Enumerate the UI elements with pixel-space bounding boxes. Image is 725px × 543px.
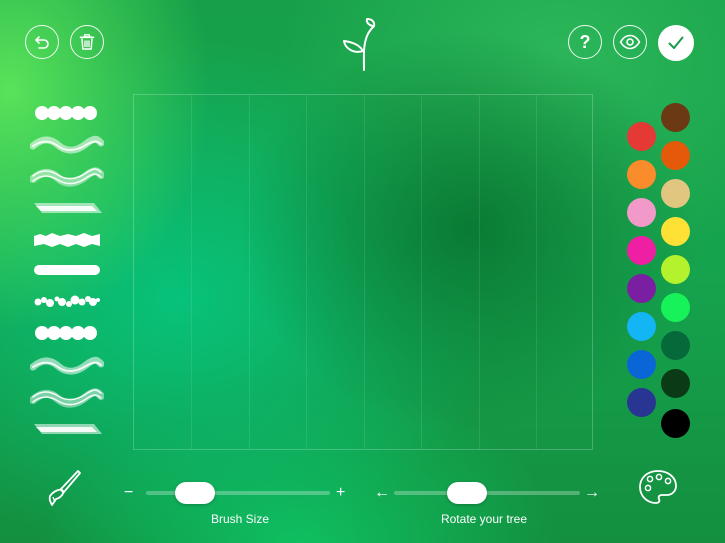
rotate-slider[interactable]: ← →	[374, 482, 600, 504]
color-swatch[interactable]	[627, 388, 656, 417]
confirm-button[interactable]	[658, 25, 694, 61]
color-swatch[interactable]	[661, 409, 690, 438]
brush-size-track[interactable]	[146, 491, 330, 495]
canvas-gridline	[306, 95, 307, 449]
color-swatch[interactable]	[661, 179, 690, 208]
color-swatch[interactable]	[627, 350, 656, 379]
color-swatch[interactable]	[627, 122, 656, 151]
rotate-left-arrow[interactable]: ←	[374, 482, 390, 504]
color-swatch[interactable]	[661, 255, 690, 284]
brush-size-decrease[interactable]: −	[124, 482, 133, 504]
color-swatch[interactable]	[627, 274, 656, 303]
brush-option-dots[interactable]	[30, 322, 104, 344]
rotate-thumb[interactable]	[446, 482, 487, 504]
rotate-right-arrow[interactable]: →	[584, 482, 600, 504]
checkmark-icon	[668, 36, 684, 49]
brush-option-solid[interactable]	[30, 259, 104, 281]
help-icon: ?	[579, 32, 591, 52]
color-swatch[interactable]	[661, 141, 690, 170]
canvas-gridline	[191, 95, 192, 449]
trash-icon	[79, 34, 95, 50]
color-swatch[interactable]	[661, 369, 690, 398]
palette-icon[interactable]	[637, 468, 679, 508]
brush-option-wave-double[interactable]	[30, 165, 104, 187]
color-swatch[interactable]	[661, 331, 690, 360]
eye-icon	[619, 34, 641, 50]
color-swatch[interactable]	[661, 293, 690, 322]
undo-button[interactable]	[25, 25, 59, 59]
color-swatch[interactable]	[627, 160, 656, 189]
undo-icon	[35, 36, 49, 49]
canvas-gridline	[421, 95, 422, 449]
rotate-label: Rotate your tree	[440, 512, 528, 526]
drawing-canvas[interactable]	[133, 94, 593, 450]
brush-option-chisel[interactable]	[30, 197, 104, 219]
brush-option-wave-double[interactable]	[30, 386, 104, 408]
color-swatch[interactable]	[627, 236, 656, 265]
delete-button[interactable]	[70, 25, 104, 59]
brush-option-splatter[interactable]	[30, 290, 104, 312]
color-swatch[interactable]	[661, 217, 690, 246]
brush-option-chisel[interactable]	[30, 418, 104, 440]
rotate-track[interactable]	[394, 491, 580, 495]
brush-option-rough[interactable]	[30, 229, 104, 251]
paintbrush-icon[interactable]	[44, 468, 82, 508]
help-button[interactable]: ?	[568, 25, 602, 59]
preview-button[interactable]	[613, 25, 647, 59]
canvas-gridline	[536, 95, 537, 449]
brush-option-wave-soft[interactable]	[30, 355, 104, 377]
color-swatch[interactable]	[627, 198, 656, 227]
canvas-gridline	[249, 95, 250, 449]
brush-size-thumb[interactable]	[174, 482, 215, 504]
color-swatch[interactable]	[627, 312, 656, 341]
canvas-gridline	[364, 95, 365, 449]
brush-size-increase[interactable]: +	[336, 482, 345, 504]
brush-size-label: Brush Size	[210, 512, 270, 526]
brush-size-slider[interactable]: − +	[124, 482, 350, 504]
sprout-icon	[343, 18, 376, 71]
color-swatch[interactable]	[661, 103, 690, 132]
canvas-gridline	[479, 95, 480, 449]
brush-option-dots[interactable]	[30, 102, 104, 124]
brush-option-wave-soft[interactable]	[30, 134, 104, 156]
